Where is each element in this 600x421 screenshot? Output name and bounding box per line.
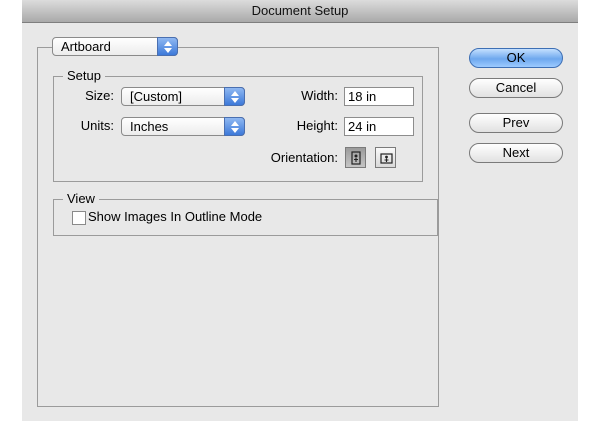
width-label: Width: <box>301 88 338 103</box>
show-images-checkbox[interactable] <box>72 211 86 225</box>
width-field[interactable]: 18 in <box>344 87 414 106</box>
up-down-arrows-icon <box>224 87 245 106</box>
cancel-button[interactable]: Cancel <box>469 78 563 98</box>
view-group: View Show Images In Outline Mode <box>53 191 438 236</box>
window-title: Document Setup <box>22 0 578 23</box>
setup-group-title: Setup <box>63 68 105 84</box>
units-label: Units: <box>80 118 114 133</box>
category-dropdown-value: Artboard <box>61 39 111 54</box>
prev-button[interactable]: Prev <box>469 113 563 133</box>
category-dropdown[interactable]: Artboard <box>52 37 178 56</box>
setup-group: Setup Size: [Custom] Units: Inches Width… <box>53 68 423 182</box>
settings-panel: Setup Size: [Custom] Units: Inches Width… <box>37 47 439 407</box>
portrait-orientation-icon <box>351 151 361 165</box>
view-group-title: View <box>63 191 99 207</box>
units-dropdown-value: Inches <box>130 119 169 134</box>
height-label: Height: <box>296 118 338 133</box>
portrait-orientation-button[interactable] <box>345 147 366 168</box>
size-dropdown[interactable]: [Custom] <box>121 87 245 106</box>
size-label: Size: <box>85 88 114 103</box>
next-button[interactable]: Next <box>469 143 563 163</box>
up-down-arrows-icon <box>224 117 245 136</box>
size-dropdown-value: [Custom] <box>130 89 183 104</box>
height-field[interactable]: 24 in <box>344 117 414 136</box>
units-dropdown[interactable]: Inches <box>121 117 245 136</box>
landscape-orientation-button[interactable] <box>375 147 396 168</box>
document-setup-dialog: Document Setup Setup Size: [Custom] Unit… <box>22 0 578 421</box>
orientation-label: Orientation: <box>270 150 338 165</box>
up-down-arrows-icon <box>157 37 178 56</box>
show-images-label: Show Images In Outline Mode <box>88 209 263 224</box>
landscape-orientation-icon <box>380 153 393 164</box>
ok-button[interactable]: OK <box>469 48 563 68</box>
